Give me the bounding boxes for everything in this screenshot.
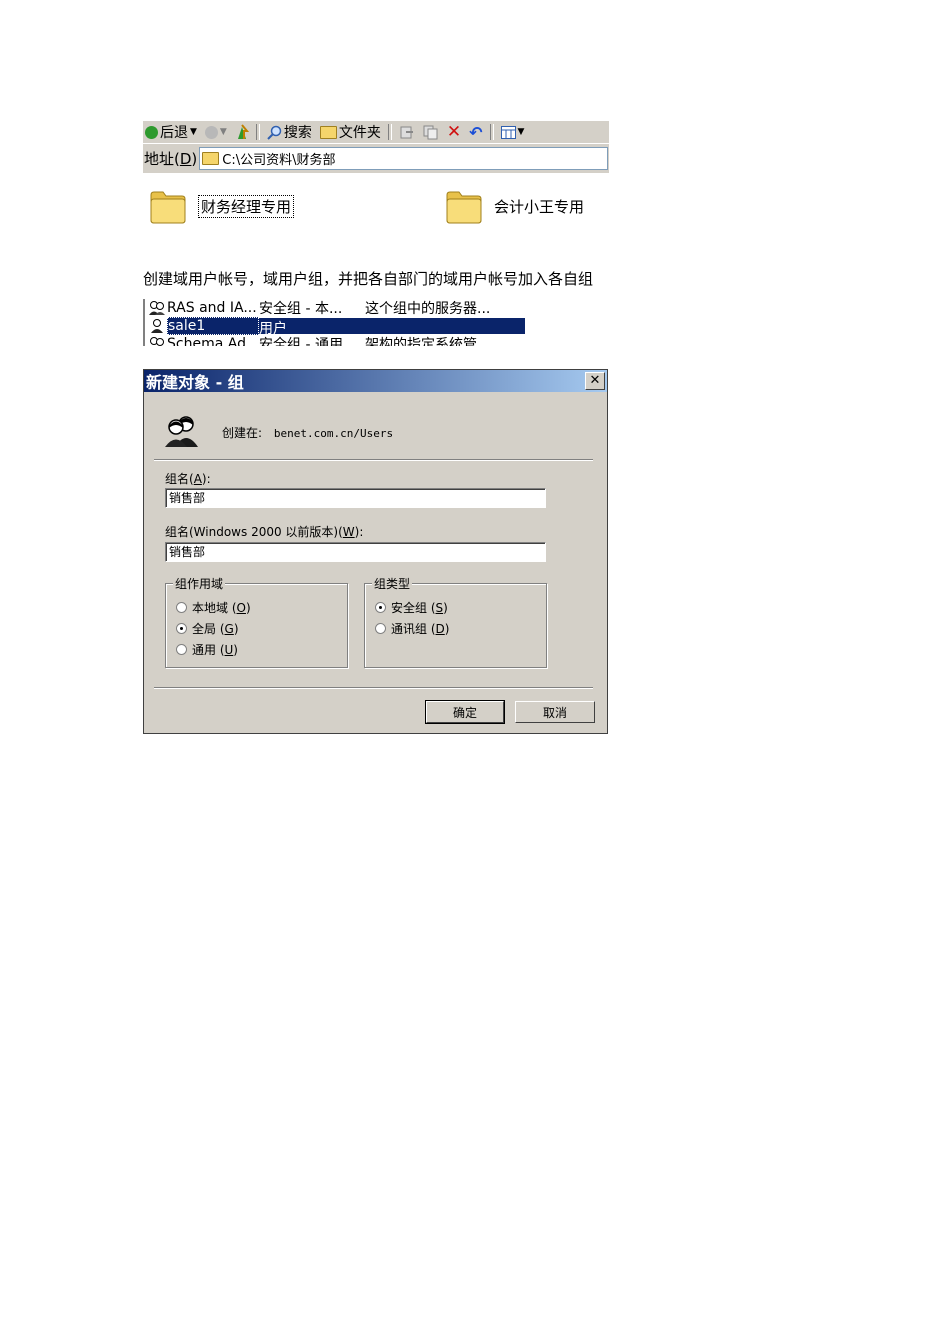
group-type: 用户 xyxy=(259,318,365,337)
scope-domain-local-radio[interactable]: 本地域 (O) xyxy=(176,599,251,616)
folders-icon xyxy=(319,125,337,139)
address-path: C:\公司资料\财务部 xyxy=(222,153,336,168)
radio-icon xyxy=(176,623,187,634)
back-dropdown-icon[interactable]: ▼ xyxy=(190,127,197,137)
user-icon xyxy=(151,319,163,333)
up-folder-button[interactable] xyxy=(233,124,251,140)
move-to-icon xyxy=(400,126,413,139)
radio-label: 通讯组 (D) xyxy=(391,622,450,636)
forward-arrow-icon xyxy=(204,125,218,139)
folders-button[interactable]: 文件夹 xyxy=(318,122,383,142)
folder-icon xyxy=(150,191,186,224)
folder-label: 会计小王专用 xyxy=(494,197,585,216)
list-item[interactable]: sale1 用户 xyxy=(145,317,525,337)
explorer-toolbar: 后退 ▼ ▼ 搜索 文件夹 ✕ ↶ ▼ xyxy=(143,121,609,144)
address-input[interactable]: C:\公司资料\财务部 xyxy=(199,147,608,170)
group-type: 安全组 - 通用 xyxy=(259,337,343,346)
type-security-radio[interactable]: 安全组 (S) xyxy=(375,599,448,616)
views-icon xyxy=(500,125,516,139)
forward-dropdown-icon[interactable]: ▼ xyxy=(220,127,227,137)
group-type-title: 组类型 xyxy=(372,575,413,592)
move-to-button[interactable] xyxy=(397,124,417,140)
search-button[interactable]: 搜索 xyxy=(265,122,314,142)
group-name-input[interactable]: 销售部 xyxy=(165,488,546,508)
folder-item[interactable]: 财务经理专用 xyxy=(148,186,295,226)
radio-label: 本地域 (O) xyxy=(192,601,251,615)
new-group-dialog: 新建对象 - 组 ✕ 创建在: benet.com.cn/Users 组名(A)… xyxy=(143,369,608,734)
group-list: RAS and IA... 安全组 - 本... 这个组中的服务器... sal… xyxy=(143,299,525,346)
group-description: 架构的指定系统管 xyxy=(365,337,477,346)
address-label: 地址(D) xyxy=(144,150,198,168)
undo-icon[interactable]: ↶ xyxy=(467,123,484,142)
group-icon xyxy=(149,301,165,315)
group-type: 安全组 - 本... xyxy=(259,301,343,317)
scope-global-radio[interactable]: 全局 (G) xyxy=(176,620,239,637)
folder-item[interactable]: 会计小王专用 xyxy=(444,186,584,226)
dialog-title: 新建对象 - 组 xyxy=(146,373,244,392)
search-icon xyxy=(267,125,282,140)
list-item[interactable]: Schema Ad... 安全组 - 通用 架构的指定系统管 xyxy=(145,335,525,346)
radio-icon xyxy=(176,602,187,613)
group-scope-title: 组作用域 xyxy=(173,575,226,592)
group-name: sale1 xyxy=(167,317,259,335)
group-name-pre2000-input[interactable]: 销售部 xyxy=(165,542,546,562)
cancel-button[interactable]: 取消 xyxy=(515,701,595,723)
group-name: Schema Ad... xyxy=(167,336,260,346)
group-description: 这个组中的服务器... xyxy=(365,301,491,317)
group-type-box: 组类型 安全组 (S) 通讯组 (D) xyxy=(364,575,547,668)
radio-icon xyxy=(375,623,386,634)
group-icon xyxy=(165,416,198,447)
ok-button[interactable]: 确定 xyxy=(425,700,505,724)
radio-icon xyxy=(176,644,187,655)
folder-icon xyxy=(446,191,482,224)
folders-label: 文件夹 xyxy=(338,125,381,141)
created-in: 创建在: benet.com.cn/Users xyxy=(222,424,393,441)
type-distribution-radio[interactable]: 通讯组 (D) xyxy=(375,620,449,637)
created-in-path: benet.com.cn/Users xyxy=(273,427,394,440)
list-item[interactable]: RAS and IA... 安全组 - 本... 这个组中的服务器... xyxy=(145,299,525,317)
group-name-pre2000-label: 组名(Windows 2000 以前版本)(W): xyxy=(165,525,364,539)
instruction-text: 创建域用户帐号，域用户组，并把各自部门的域用户帐号加入各自组 xyxy=(143,270,594,288)
forward-button[interactable]: ▼ xyxy=(203,125,229,139)
scope-universal-radio[interactable]: 通用 (U) xyxy=(176,641,238,658)
group-name-label: 组名(A): xyxy=(165,472,211,486)
up-folder-icon xyxy=(237,124,249,139)
divider xyxy=(154,687,593,689)
folder-label: 财务经理专用 xyxy=(198,194,295,218)
views-button[interactable]: ▼ xyxy=(499,125,527,139)
toolbar-separator xyxy=(255,124,260,140)
radio-icon xyxy=(375,602,386,613)
views-dropdown-icon[interactable]: ▼ xyxy=(518,127,525,137)
dialog-titlebar[interactable]: 新建对象 - 组 ✕ xyxy=(144,370,607,392)
copy-to-button[interactable] xyxy=(421,124,441,140)
radio-label: 通用 (U) xyxy=(192,643,238,657)
group-description xyxy=(365,318,525,334)
dialog-header: 创建在: benet.com.cn/Users xyxy=(144,393,607,459)
folder-icon xyxy=(202,152,220,165)
toolbar-separator xyxy=(387,124,392,140)
group-icon xyxy=(150,337,164,346)
created-in-label: 创建在: xyxy=(222,426,263,440)
radio-label: 安全组 (S) xyxy=(391,601,448,615)
close-icon[interactable]: ✕ xyxy=(585,372,605,390)
divider xyxy=(154,459,593,461)
back-button[interactable]: 后退 ▼ xyxy=(143,122,199,142)
radio-label: 全局 (G) xyxy=(192,622,239,636)
back-label: 后退 xyxy=(160,125,188,141)
group-scope-box: 组作用域 本地域 (O) 全局 (G) 通用 (U) xyxy=(165,575,348,668)
back-arrow-icon xyxy=(145,125,158,139)
toolbar-separator xyxy=(489,124,494,140)
group-name: RAS and IA... xyxy=(167,300,257,316)
delete-icon[interactable]: ✕ xyxy=(445,122,463,142)
copy-to-icon xyxy=(423,125,438,140)
address-bar: 地址(D) C:\公司资料\财务部 xyxy=(143,144,609,173)
search-label: 搜索 xyxy=(283,125,312,141)
